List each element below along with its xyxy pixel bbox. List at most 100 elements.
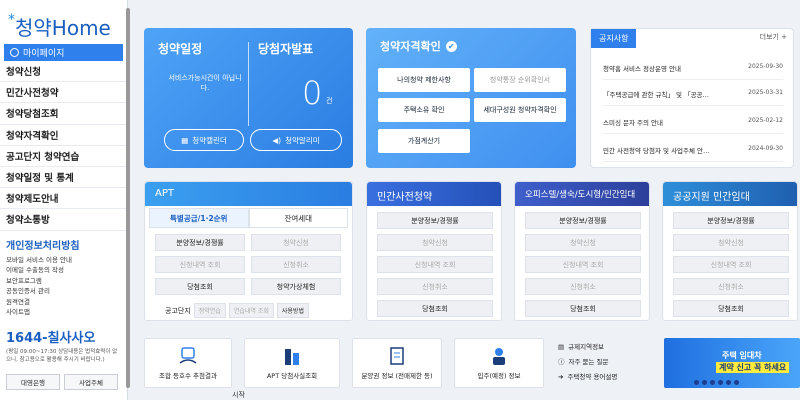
- notice-item[interactable]: 스미싱 문자 주의 안내 2025-02-12: [603, 117, 783, 134]
- notice-item[interactable]: 청약홈 서비스 정상운영 안내 2025-09-30: [603, 63, 783, 80]
- calendar-button[interactable]: ▦ 청약캘린더: [164, 129, 244, 151]
- household-qualify-button[interactable]: 세대구성원 청약자격확인: [474, 98, 566, 122]
- bank-button[interactable]: 대영은행: [6, 374, 60, 390]
- menu-item-schedule-stats[interactable]: 청약일정 및 통계: [0, 167, 127, 189]
- apt-apply-button[interactable]: 청약신청: [251, 234, 341, 251]
- link-certificate[interactable]: 공동인증서 관리: [6, 286, 121, 297]
- link-remote[interactable]: 원격연결: [6, 297, 121, 308]
- menu-item-winner-lookup[interactable]: 청약당첨조회: [0, 103, 127, 125]
- notice-tab[interactable]: 공지사항: [591, 29, 637, 48]
- quick-label: 조합 등호수 추첨결과: [159, 372, 217, 380]
- menu-item-community[interactable]: 청약소통방: [0, 209, 127, 231]
- private-cancel-button[interactable]: 신청취소: [377, 278, 493, 295]
- quick-apt-winner[interactable]: APT 당첨사실조회: [244, 338, 340, 388]
- officetel-history-button[interactable]: 신청내역 조회: [525, 256, 641, 273]
- menu-item-private-preorder[interactable]: 민간사전청약: [0, 82, 127, 104]
- menu-item-apply[interactable]: 청약신청: [0, 61, 127, 83]
- apt-panel: APT 특별공급/1·2순위 잔여세대 분양정보/경쟁률 청약신청 신청내역 조…: [144, 181, 353, 321]
- tab-special-supply[interactable]: 특별공급/1·2순위: [149, 208, 249, 228]
- notice-item[interactable]: 민간 사전청약 당첨자 및 사업주체 안… 2024-09-30: [603, 145, 783, 162]
- quick-presale-info[interactable]: 분양권 정보 (전매제한 등): [352, 338, 442, 388]
- callcenter-note: (평일 09:00~17:30 상담내용은 법적효력이 없으니, 참고용으로 활…: [6, 348, 118, 363]
- public-apply-button[interactable]: 청약신청: [673, 234, 789, 251]
- sidebar-scrollbar[interactable]: [126, 8, 130, 388]
- private-preorder-panel: 민간사전청약 분양정보/경쟁률 청약신청 신청내역 조회 신청취소 당첨조회: [366, 181, 502, 321]
- start-label: 시작: [232, 391, 245, 399]
- person-icon: [10, 48, 19, 57]
- public-winner-button[interactable]: 당첨조회: [673, 300, 789, 317]
- quick-label: APT 당첨사실조회: [266, 372, 318, 380]
- public-sale-info-button[interactable]: 분양정보/경쟁률: [673, 212, 789, 229]
- notice-item[interactable]: 「주택공급에 관한 규칙」 및 「공공… 2025-03-31: [603, 89, 783, 106]
- officetel-sale-info-button[interactable]: 분양정보/경쟁률: [525, 212, 641, 229]
- menu-item-practice[interactable]: 공고단지 청약연습: [0, 146, 127, 167]
- developer-button[interactable]: 사업주체: [64, 374, 118, 390]
- privacy-policy-link[interactable]: 개인정보처리방침: [0, 237, 127, 252]
- public-title: 공공지원 민간임대: [663, 182, 797, 206]
- quick-lottery-result[interactable]: 조합 등호수 추첨결과: [144, 338, 232, 388]
- winner-title[interactable]: 당첨자발표: [258, 40, 313, 57]
- public-rental-panel: 공공지원 민간임대 분양정보/경쟁률 청약신청 신청내역 조회 신청취소 당첨조…: [662, 181, 798, 321]
- apt-history-button[interactable]: 신청내역 조회: [155, 256, 245, 273]
- howto-button[interactable]: 사용방법: [276, 303, 309, 318]
- sidebar: *청약Home 마이페이지 청약신청 민간사전청약 청약당첨조회 청약자격확인 …: [0, 0, 130, 400]
- tab-remaining[interactable]: 잔여세대: [248, 208, 348, 228]
- check-icon: ✔: [445, 40, 457, 52]
- officetel-apply-button[interactable]: 청약신청: [525, 234, 641, 251]
- public-history-button[interactable]: 신청내역 조회: [673, 256, 789, 273]
- speaker-icon: ◀): [272, 135, 282, 145]
- schedule-title[interactable]: 청약일정: [158, 40, 202, 57]
- building-icon: [285, 349, 299, 365]
- notice-title: 「주택공급에 관한 규칙」 및 「공공…: [603, 91, 710, 99]
- link-glossary[interactable]: ➔ 주택청약 용어설명: [558, 370, 617, 385]
- alarm-button[interactable]: ◀) 청약알리미: [250, 129, 342, 151]
- menu-item-qualify[interactable]: 청약자격확인: [0, 125, 127, 146]
- menu-item-system-guide[interactable]: 청약제도안내: [0, 188, 127, 210]
- calendar-label: 청약캘린더: [192, 135, 227, 145]
- rental-report-banner[interactable]: 주택 임대차 계약 신고 꼭 하세요: [664, 338, 800, 388]
- apt-cancel-button[interactable]: 신청취소: [251, 256, 341, 273]
- link-regulation[interactable]: ▤ 규제지역정보: [558, 340, 617, 355]
- notice-date: 2025-09-30: [748, 63, 783, 70]
- link-mobile-guide[interactable]: 모바일 서비스 이용 안내: [6, 255, 121, 266]
- person-badge-icon: [493, 348, 505, 365]
- link-email-consent[interactable]: 이메일 수출동의 작성: [6, 265, 121, 276]
- public-cancel-button[interactable]: 신청취소: [673, 278, 789, 295]
- private-sale-info-button[interactable]: 분양정보/경쟁률: [377, 212, 493, 229]
- alarm-label: 청약알리미: [285, 135, 320, 145]
- winner-unit: 건: [326, 97, 333, 105]
- link-security-program[interactable]: 보안프로그램: [6, 276, 121, 287]
- score-calculator-button[interactable]: 가점계산기: [378, 129, 470, 153]
- apt-virtual-button[interactable]: 청약가상체험: [251, 278, 341, 295]
- banner-line1: 주택 임대차: [722, 351, 762, 360]
- notice-title: 민간 사전청약 당첨자 및 사업주체 안…: [603, 147, 710, 155]
- apt-winner-button[interactable]: 당첨조회: [155, 278, 245, 295]
- notice-date: 2024-09-30: [748, 145, 783, 152]
- officetel-winner-button[interactable]: 당첨조회: [525, 300, 641, 317]
- callcenter-number: 1644-칠사사오: [6, 330, 96, 346]
- my-restriction-button[interactable]: 나의청약 제한사항: [378, 68, 470, 92]
- apt-practice-row: 공고단지 청약연습 연습내역 조회 사용방법: [165, 303, 309, 318]
- site-logo[interactable]: *청약Home: [0, 0, 127, 42]
- private-apply-button[interactable]: 청약신청: [377, 234, 493, 251]
- practice-button[interactable]: 청약연습: [193, 303, 226, 318]
- utility-links: 모바일 서비스 이용 안내 이메일 수출동의 작성 보안프로그램 공동인증서 관…: [0, 252, 127, 321]
- link-label: 자주 묻는 질문: [568, 358, 609, 366]
- link-faq[interactable]: ⓘ 자주 묻는 질문: [558, 355, 617, 370]
- practice-history-button[interactable]: 연습내역 조회: [228, 303, 274, 318]
- rank-cert-button[interactable]: 청약통장 순위확인서: [474, 68, 566, 92]
- mypage-button[interactable]: 마이페이지: [4, 44, 123, 61]
- link-sitemap[interactable]: 사이트맵: [6, 307, 121, 318]
- banner-line2: 계약 신고 꼭 하세요: [716, 362, 790, 373]
- document-icon: [390, 347, 404, 365]
- notice-more-button[interactable]: 더보기 +: [760, 32, 787, 42]
- calendar-icon: ▦: [181, 135, 189, 145]
- house-owner-button[interactable]: 주택소유 확인: [378, 98, 470, 122]
- apt-sale-info-button[interactable]: 분양정보/경쟁률: [155, 234, 245, 251]
- private-winner-button[interactable]: 당첨조회: [377, 300, 493, 317]
- carousel-dots[interactable]: [694, 380, 739, 385]
- private-history-button[interactable]: 신청내역 조회: [377, 256, 493, 273]
- quick-moving-info[interactable]: 입주(예정) 정보: [454, 338, 544, 388]
- officetel-cancel-button[interactable]: 신청취소: [525, 278, 641, 295]
- notice-card: 공지사항 더보기 + 청약홈 서비스 정상운영 안내 2025-09-30 「주택…: [590, 28, 794, 168]
